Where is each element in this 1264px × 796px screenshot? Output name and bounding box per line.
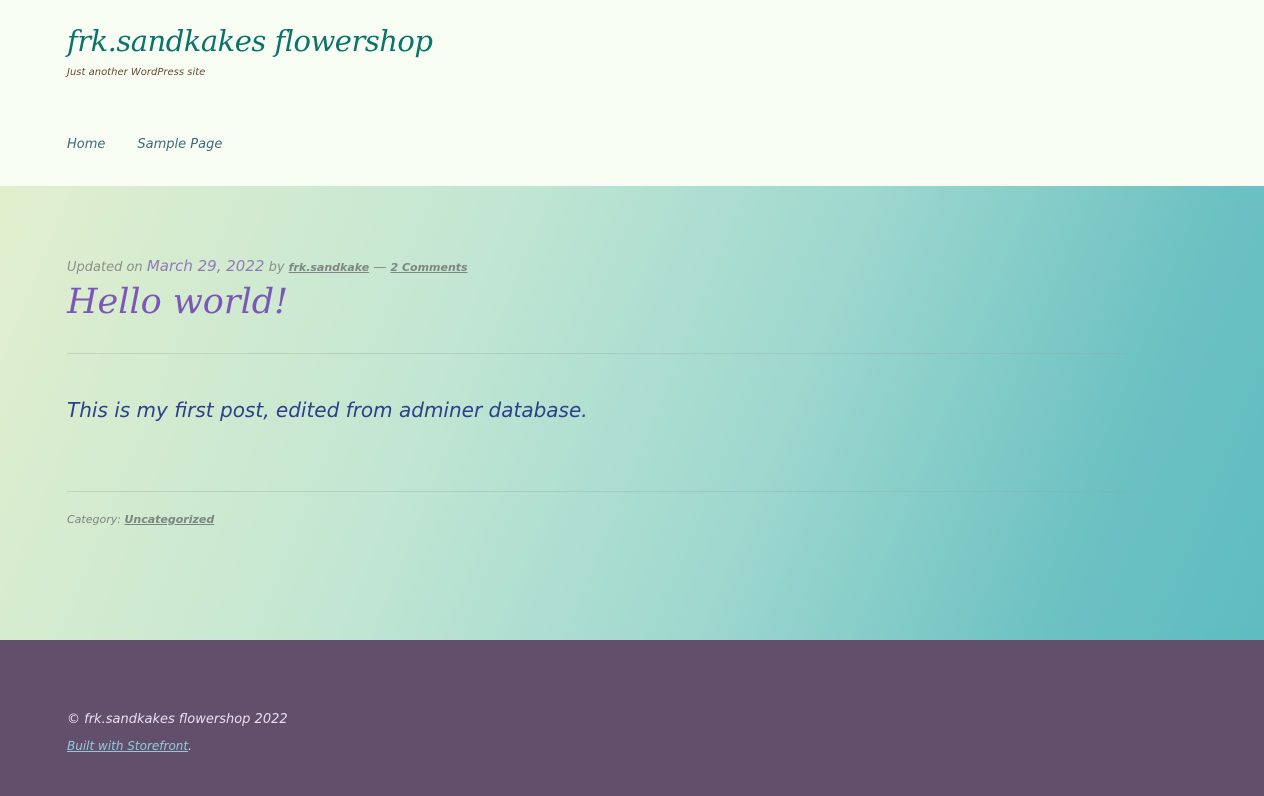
main-content: Updated on March 29, 2022 by frk.sandkak…	[0, 186, 1264, 640]
site-tagline: Just another WordPress site	[67, 67, 206, 78]
divider-top	[67, 353, 1130, 354]
credit-suffix: .	[188, 739, 192, 753]
category-label: Category:	[67, 513, 121, 526]
divider-bottom	[67, 491, 1130, 492]
comments-link[interactable]: 2 Comments	[390, 261, 467, 274]
storefront-link[interactable]: Built with Storefront	[67, 739, 188, 753]
author-link[interactable]: frk.sandkake	[289, 261, 370, 274]
by-label: by	[268, 260, 285, 275]
post-body-text: This is my first post, edited from admin…	[67, 398, 588, 422]
site-title-link[interactable]: frk.sandkakes flowershop	[67, 24, 433, 58]
category-link[interactable]: Uncategorized	[124, 513, 214, 526]
meta-separator: —	[373, 260, 387, 275]
post-meta: Updated on March 29, 2022 by frk.sandkak…	[67, 257, 468, 275]
nav-item-sample-page[interactable]: Sample Page	[137, 137, 222, 152]
footer-copyright: © frk.sandkakes flowershop 2022	[67, 712, 288, 727]
nav-item-home[interactable]: Home	[67, 137, 105, 152]
updated-label: Updated on	[67, 260, 143, 275]
primary-navigation: Home Sample Page	[67, 137, 222, 152]
post-date-link[interactable]: March 29, 2022	[147, 257, 265, 275]
site-header: frk.sandkakes flowershop Just another Wo…	[0, 0, 1264, 186]
post-title: Hello world!	[67, 282, 289, 322]
post-category: Category: Uncategorized	[67, 513, 214, 526]
footer-credit: Built with Storefront.	[67, 739, 192, 753]
